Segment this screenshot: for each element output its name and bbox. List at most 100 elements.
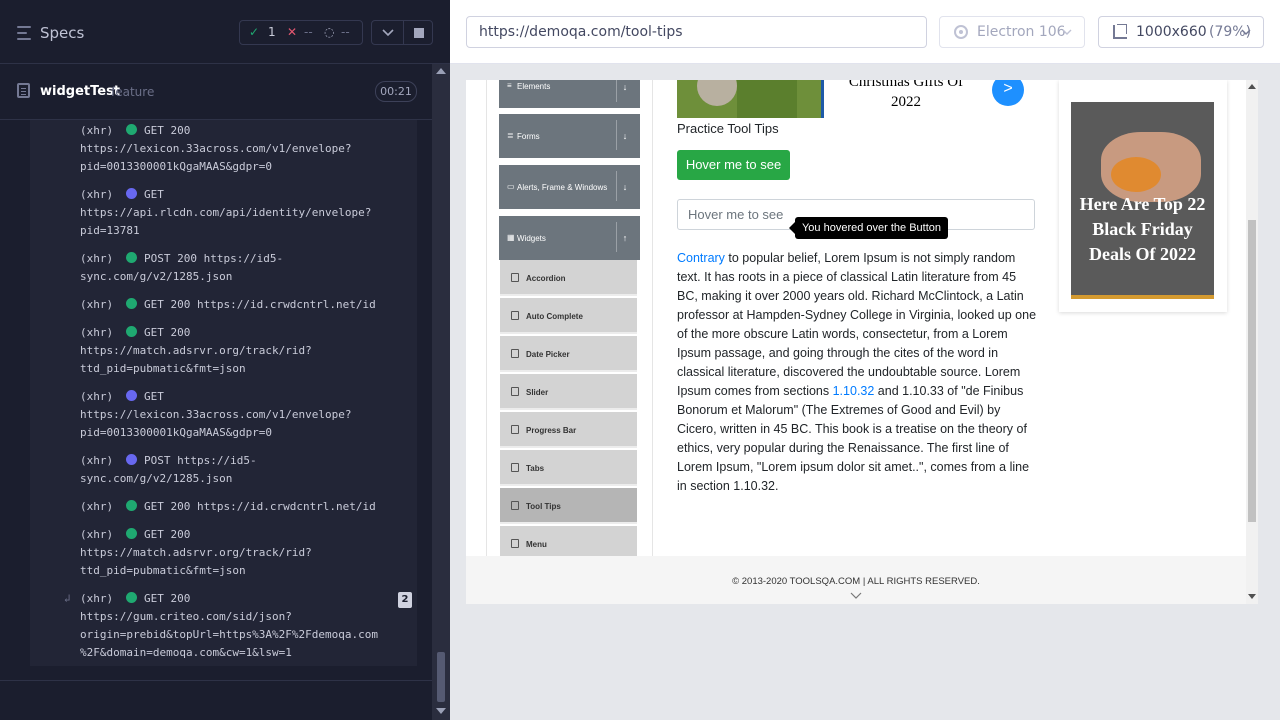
command-kind: (xhr) xyxy=(80,500,114,513)
menu-item-label: Tool Tips xyxy=(526,502,561,511)
scroll-down-icon[interactable] xyxy=(1248,594,1256,599)
pending-spinner-icon: ◌ xyxy=(324,25,335,39)
chevron-down-icon xyxy=(850,592,862,599)
command-kind: (xhr) xyxy=(80,326,114,339)
chevron-down-icon xyxy=(1241,29,1251,35)
passed-count: 1 xyxy=(268,25,276,39)
expand-arrow-icon[interactable]: ↓ xyxy=(616,120,633,150)
ad-title[interactable]: Christmas Gifts Of 2022 xyxy=(836,80,976,112)
aut-iframe: ≡ Elements ↓ ≣ Forms ↓ ▭ Alerts, Frame & Window… xyxy=(466,80,1258,604)
nav-group-widgets[interactable]: ▦ Widgets ↑ xyxy=(499,216,640,260)
viewport-selector[interactable]: 1000x660 (79%) xyxy=(1098,16,1264,48)
command-kind: (xhr) xyxy=(80,528,114,541)
scroll-up-icon[interactable] xyxy=(436,68,446,74)
command-detail: GET 200 https://lexicon.33across.com/v1/… xyxy=(80,124,352,173)
html5-icon xyxy=(511,463,519,472)
command-log: (xhr) GET 200 https://lexicon.33across.c… xyxy=(30,120,417,666)
contrary-link[interactable]: Contrary xyxy=(677,251,725,265)
status-dot-icon xyxy=(126,124,138,135)
html5-icon xyxy=(511,311,519,320)
status-dot-icon xyxy=(126,454,138,465)
footer-text: © 2013-2020 TOOLSQA.COM | ALL RIGHTS RES… xyxy=(732,576,980,587)
divider xyxy=(652,80,653,556)
scroll-up-icon[interactable] xyxy=(1248,84,1256,89)
status-dot-icon xyxy=(126,390,138,401)
menu-item-tabs[interactable]: Tabs xyxy=(500,450,637,486)
chevron-down-icon xyxy=(1062,29,1072,35)
electron-icon xyxy=(954,25,968,39)
command-detail: GET 200 https://id.crwdcntrl.net/id xyxy=(144,500,376,513)
menu-item-slider[interactable]: Slider xyxy=(500,374,637,410)
group-label: Alerts, Frame & Windows xyxy=(517,183,608,192)
html5-icon xyxy=(511,501,519,510)
menu-item-date-picker[interactable]: Date Picker xyxy=(500,336,637,372)
status-dot-icon xyxy=(126,188,138,199)
ad-image[interactable] xyxy=(677,80,824,118)
html5-icon xyxy=(511,425,519,434)
status-dot-icon xyxy=(126,592,138,603)
menu-item-tool-tips[interactable]: Tool Tips xyxy=(500,488,637,524)
command-text: (xhr) GET https://lexicon.33across.com/v… xyxy=(80,388,410,442)
menu-item-label: Tabs xyxy=(526,464,545,473)
ad-next-button[interactable]: > xyxy=(992,80,1024,106)
expand-arrow-icon[interactable]: ↓ xyxy=(616,80,633,102)
nav-group-elements[interactable]: ≡ Elements ↓ xyxy=(499,80,640,108)
expand-arrow-icon[interactable]: ↑ xyxy=(616,222,633,252)
runner-options-button[interactable] xyxy=(371,20,404,45)
menu-item-progress-bar[interactable]: Progress Bar xyxy=(500,412,637,448)
specs-list-icon[interactable] xyxy=(17,26,33,40)
check-icon: ✓ xyxy=(249,25,260,39)
return-arrow-icon: ↲ xyxy=(64,592,71,605)
command-text: (xhr) POST 200 https://id5- sync.com/g/v… xyxy=(80,250,410,286)
html5-icon xyxy=(511,349,519,358)
menu-item-auto-complete[interactable]: Auto Complete xyxy=(500,298,637,334)
cypress-runner-panel: Specs ✓ 1 ✕ -- ◌ -- widgetTest feature 0… xyxy=(0,0,450,720)
scroll-thumb[interactable] xyxy=(1248,220,1256,522)
section-link[interactable]: 1.10.32 xyxy=(833,384,875,398)
spec-duration: 00:21 xyxy=(375,81,417,102)
command-text: (xhr) POST https://id5- sync.com/g/v2/12… xyxy=(80,452,410,488)
failed-count: -- xyxy=(304,25,313,39)
page-scrollbar[interactable] xyxy=(1246,80,1258,604)
browser-selector[interactable]: Electron 106 xyxy=(939,16,1085,48)
status-dot-icon xyxy=(126,528,138,539)
command-detail: GET https://lexicon.33across.com/v1/enve… xyxy=(80,390,352,439)
specs-label[interactable]: Specs xyxy=(40,24,84,42)
menu-item-label: Date Picker xyxy=(526,350,570,359)
spec-header: widgetTest feature 00:21 xyxy=(0,64,432,120)
stop-button[interactable] xyxy=(403,20,433,45)
request-count-badge: 2 xyxy=(398,592,412,608)
tooltip: You hovered over the Button xyxy=(795,217,948,239)
url-field[interactable]: https://demoqa.com/tool-tips xyxy=(466,16,927,48)
document-icon xyxy=(17,83,30,98)
command-detail: GET 200 https://gum.criteo.com/sid/json?… xyxy=(80,592,379,659)
side-ad[interactable]: Here Are Top 22 Black Friday Deals Of 20… xyxy=(1059,80,1227,312)
command-kind: (xhr) xyxy=(80,390,114,403)
status-dot-icon xyxy=(126,326,138,337)
command-text: (xhr) GET 200 https://lexicon.33across.c… xyxy=(80,122,410,176)
paragraph-text-1: to popular belief, Lorem Ipsum is not si… xyxy=(677,251,1037,398)
status-dot-icon xyxy=(126,500,138,511)
group-icon: ≡ xyxy=(507,81,512,90)
expand-arrow-icon[interactable]: ↓ xyxy=(616,171,633,201)
command-kind: (xhr) xyxy=(80,188,114,201)
side-ad-text: Here Are Top 22 Black Friday Deals Of 20… xyxy=(1079,194,1206,264)
spec-extension: feature xyxy=(111,85,155,99)
group-label: Widgets xyxy=(517,234,546,243)
nav-group-alerts[interactable]: ▭ Alerts, Frame & Windows ↓ xyxy=(499,165,640,209)
menu-item-accordion[interactable]: Accordion xyxy=(500,260,637,296)
command-kind: (xhr) xyxy=(80,592,114,605)
menu-item-label: Accordion xyxy=(526,274,566,283)
command-detail: GET 200 https://match.adsrvr.org/track/r… xyxy=(80,326,312,375)
runner-scrollbar[interactable] xyxy=(432,64,450,720)
command-kind: (xhr) xyxy=(80,298,114,311)
group-label: Elements xyxy=(517,82,551,91)
divider xyxy=(486,80,487,556)
scroll-down-icon[interactable] xyxy=(436,708,446,714)
hover-me-button[interactable]: Hover me to see xyxy=(677,150,790,180)
command-text: (xhr) GET 200 https://match.adsrvr.org/t… xyxy=(80,526,410,580)
nav-group-forms[interactable]: ≣ Forms ↓ xyxy=(499,114,640,158)
scroll-thumb[interactable] xyxy=(437,652,445,702)
menu-item-label: Menu xyxy=(526,540,547,549)
side-ad-image[interactable]: Here Are Top 22 Black Friday Deals Of 20… xyxy=(1071,102,1214,299)
